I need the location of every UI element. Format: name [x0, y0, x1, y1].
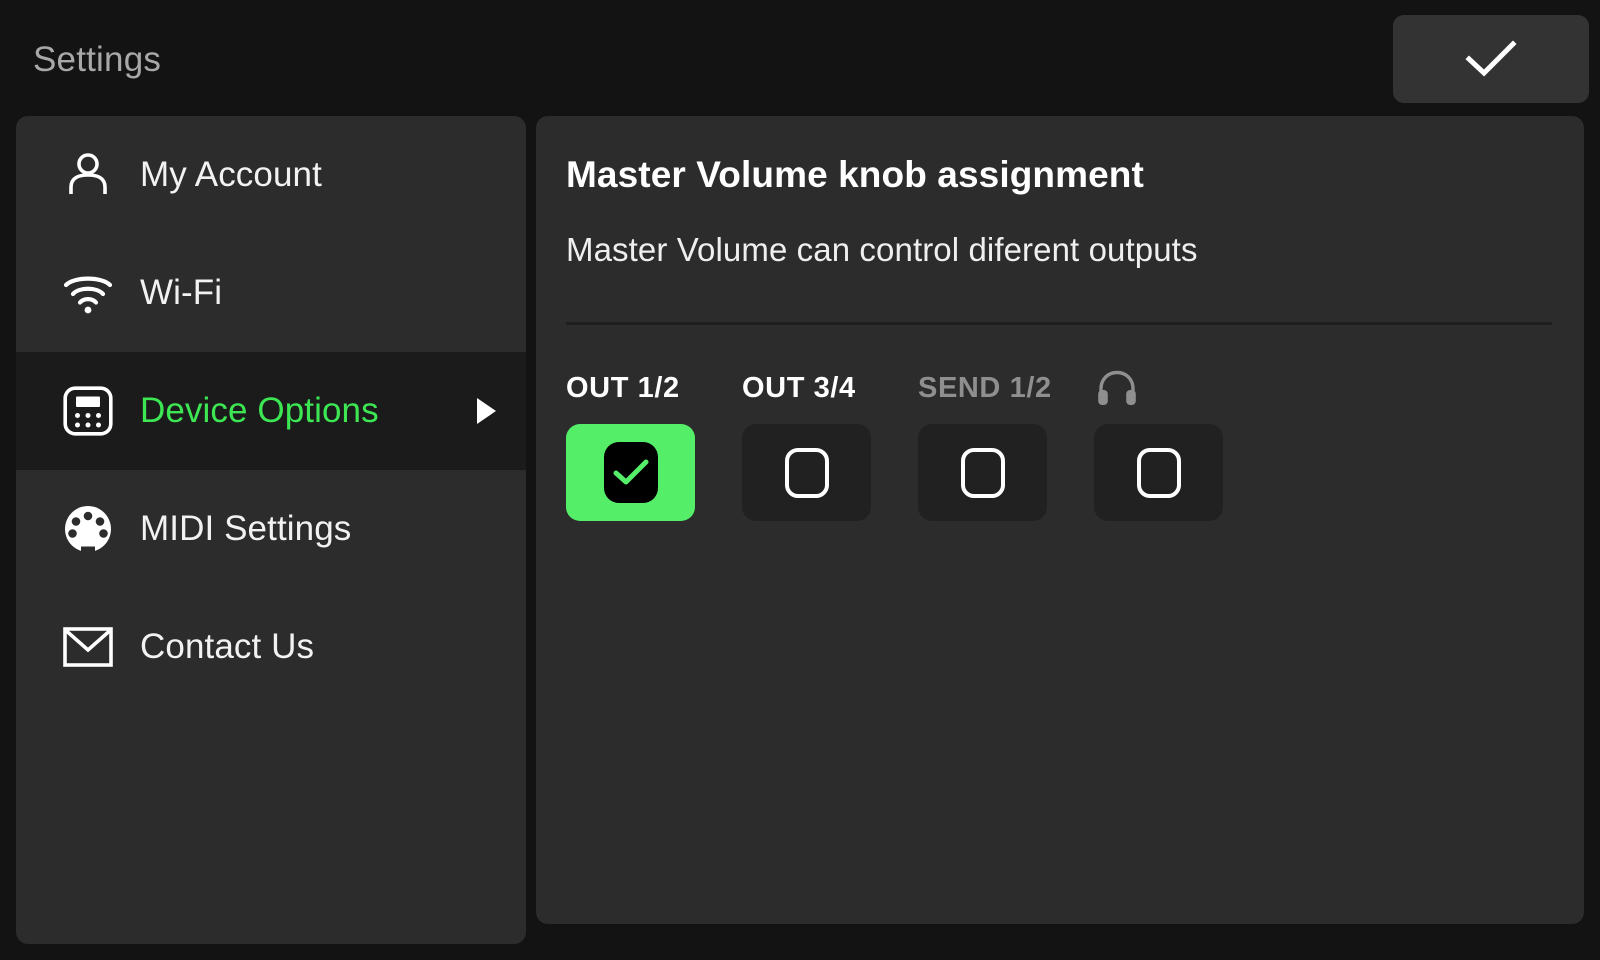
sidebar-item-wifi[interactable]: Wi-Fi	[16, 234, 526, 352]
option-label: OUT 3/4	[742, 371, 856, 404]
option-label: OUT 1/2	[566, 371, 680, 404]
option-label: SEND 1/2	[918, 371, 1052, 404]
output-assignment-group: OUT 1/2 OUT 3/4 SEND 1/2	[566, 366, 1270, 521]
checkbox-out-3-4[interactable]	[742, 424, 871, 521]
checkbox-send-1-2[interactable]	[918, 424, 1047, 521]
top-bar: Settings	[0, 0, 1600, 116]
person-icon	[62, 149, 114, 201]
panel-subtitle: Master Volume can control diferent outpu…	[566, 231, 1198, 268]
checkbox-checked-icon	[603, 442, 658, 503]
checkbox-out-1-2[interactable]	[566, 424, 695, 521]
checkbox-unchecked-icon	[960, 447, 1005, 498]
sidebar-item-my-account[interactable]: My Account	[16, 116, 526, 234]
sidebar-item-midi-settings[interactable]: MIDI Settings	[16, 470, 526, 588]
settings-screen: Settings My Account Wi-Fi Device Options…	[0, 0, 1600, 960]
chevron-right-icon	[477, 398, 496, 424]
content-panel: Master Volume knob assignment Master Vol…	[536, 116, 1584, 924]
sidebar-item-label: Contact Us	[140, 627, 315, 666]
sidebar-item-label: My Account	[140, 155, 322, 194]
output-option-headphones	[1094, 366, 1270, 521]
envelope-icon	[62, 621, 114, 673]
checkbox-unchecked-icon	[784, 447, 829, 498]
sidebar-item-device-options[interactable]: Device Options	[16, 352, 526, 470]
panel-title: Master Volume knob assignment	[566, 154, 1144, 195]
divider	[566, 322, 1552, 325]
sidebar-item-contact-us[interactable]: Contact Us	[16, 588, 526, 706]
midi-din-icon	[62, 503, 114, 555]
headphone-icon	[1096, 369, 1138, 407]
sidebar: My Account Wi-Fi Device Options MIDI Set…	[16, 116, 526, 944]
check-icon	[1465, 39, 1517, 79]
checkbox-unchecked-icon	[1136, 447, 1181, 498]
checkbox-headphones[interactable]	[1094, 424, 1223, 521]
sidebar-item-label: MIDI Settings	[140, 509, 352, 548]
wifi-icon	[62, 267, 114, 319]
device-icon	[62, 385, 114, 437]
sidebar-item-label: Device Options	[140, 391, 379, 430]
output-option-out-1-2: OUT 1/2	[566, 366, 742, 521]
option-label-headphones	[1094, 366, 1270, 410]
sidebar-item-label: Wi-Fi	[140, 273, 223, 312]
output-option-send-1-2: SEND 1/2	[918, 366, 1094, 521]
confirm-button[interactable]	[1393, 15, 1589, 103]
page-title: Settings	[33, 40, 162, 79]
output-option-out-3-4: OUT 3/4	[742, 366, 918, 521]
